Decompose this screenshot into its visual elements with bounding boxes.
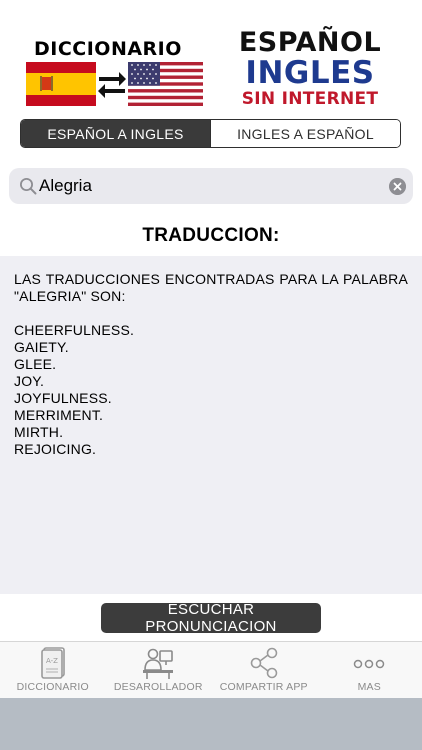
list-item: MERRIMENT. xyxy=(14,407,104,423)
list-item: REJOICING. xyxy=(14,441,97,457)
logo-title-block: ESPAÑOL INGLES SIN INTERNET xyxy=(220,28,400,110)
svg-text:A-Z: A-Z xyxy=(46,657,58,665)
direction-segmented-control: ESPAÑOL A INGLES INGLES A ESPAÑOL xyxy=(20,119,401,148)
list-item: CHEERFULNESS. xyxy=(14,322,135,338)
tab-label: DESAROLLADOR xyxy=(113,681,203,693)
spain-flag-icon xyxy=(26,62,96,106)
tab-bar: A-Z DICCIONARIO DESAROLLADOR COMPARTIR A… xyxy=(0,641,422,698)
listen-pronunciation-button[interactable]: ESCUCHAR PRONUNCIACION xyxy=(101,601,321,635)
translation-title: TRADUCCION: xyxy=(142,225,280,246)
logo-ingles-text: INGLES xyxy=(245,55,375,91)
share-icon xyxy=(250,647,278,679)
translation-result-area: LAS TRADUCCIONES ENCONTRADAS PARA LA PAL… xyxy=(0,256,422,594)
list-item: JOY. xyxy=(14,373,45,389)
search-input[interactable] xyxy=(39,168,379,204)
translation-intro-text: LAS TRADUCCIONES ENCONTRADAS PARA LA PAL… xyxy=(14,271,408,304)
segment-ingles-a-espanol[interactable]: INGLES A ESPAÑOL xyxy=(210,120,400,147)
logo-diccionario-text: DICCIONARIO xyxy=(34,38,182,60)
dictionary-book-icon: A-Z xyxy=(40,647,65,679)
segment-espanol-a-ingles[interactable]: ESPAÑOL A INGLES xyxy=(21,120,210,147)
tab-label: DICCIONARIO xyxy=(16,681,89,693)
search-icon xyxy=(20,178,37,195)
tab-desarollador[interactable]: DESAROLLADOR xyxy=(106,642,212,698)
list-item: JOYFULNESS. xyxy=(14,390,112,406)
usa-flag-icon xyxy=(128,62,203,106)
tab-mas[interactable]: MAS xyxy=(317,642,422,698)
tab-label: MAS xyxy=(357,681,381,693)
list-item: GLEE. xyxy=(14,356,57,372)
list-item: MIRTH. xyxy=(14,424,64,440)
tab-label: COMPARTIR APP xyxy=(219,681,308,693)
bottom-strip xyxy=(0,698,422,750)
clear-search-icon[interactable] xyxy=(389,178,406,195)
swap-arrows-icon xyxy=(98,72,126,98)
app-logo-header: DICCIONARIO ESPAÑOL INGLES SIN INTERNET xyxy=(0,0,422,118)
tab-diccionario[interactable]: A-Z DICCIONARIO xyxy=(0,642,106,698)
tab-compartir-app[interactable]: COMPARTIR APP xyxy=(211,642,317,698)
list-item: GAIETY. xyxy=(14,339,69,355)
logo-sin-internet-text: SIN INTERNET xyxy=(241,89,379,109)
search-bar xyxy=(9,168,413,204)
translation-list: CHEERFULNESS. GAIETY. GLEE. JOY. JOYFULN… xyxy=(14,322,408,458)
more-icon xyxy=(354,659,385,669)
developer-icon xyxy=(143,648,174,679)
logo-espanol-text: ESPAÑOL xyxy=(238,27,382,58)
